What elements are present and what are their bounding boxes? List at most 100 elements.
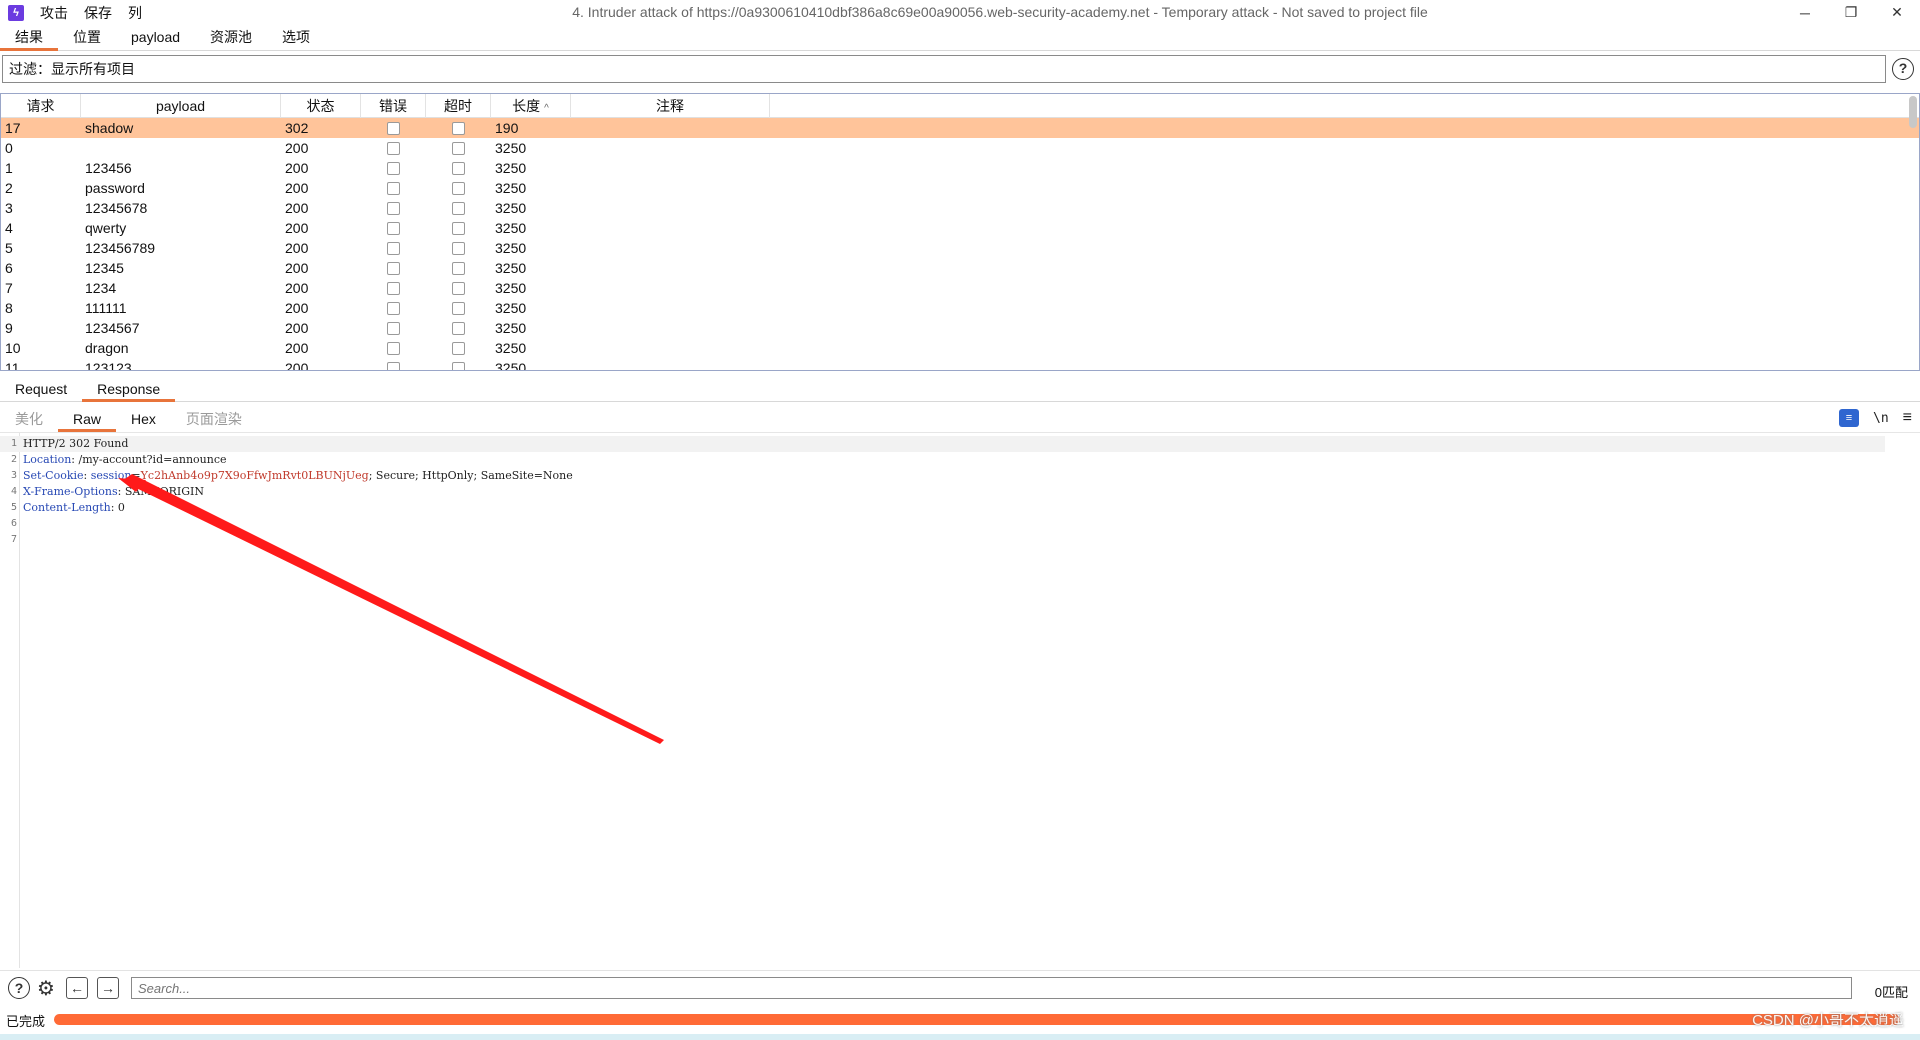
cell-timeout — [426, 338, 491, 358]
burp-logo-icon: ϟ — [8, 4, 24, 21]
tab-resource-pool[interactable]: 资源池 — [195, 26, 267, 50]
checkbox[interactable] — [387, 281, 400, 295]
table-scrollbar[interactable] — [1909, 96, 1917, 128]
column-header-request[interactable]: 请求 — [1, 94, 81, 118]
checkbox[interactable] — [452, 241, 465, 255]
search-input[interactable] — [131, 977, 1852, 999]
checkbox[interactable] — [387, 121, 400, 135]
view-tabs: 美化 Raw Hex 页面渲染 ≡ \n ≡ — [0, 407, 1920, 432]
checkbox[interactable] — [387, 181, 400, 195]
tab-hex[interactable]: Hex — [116, 409, 171, 431]
checkbox[interactable] — [452, 261, 465, 275]
tab-response[interactable]: Response — [82, 379, 176, 402]
help-icon[interactable]: ? — [1892, 58, 1914, 80]
line-number: 4 — [10, 486, 17, 497]
arrow-right-icon[interactable]: → — [97, 977, 119, 999]
word-wrap-icon[interactable]: ≡ — [1839, 409, 1859, 427]
column-header-comment[interactable]: 注释 — [571, 94, 770, 118]
cell-timeout — [426, 198, 491, 218]
checkbox[interactable] — [387, 141, 400, 155]
checkbox[interactable] — [452, 321, 465, 335]
checkbox[interactable] — [387, 161, 400, 175]
checkbox[interactable] — [387, 201, 400, 215]
column-header-status[interactable]: 状态 — [281, 94, 361, 118]
tab-request[interactable]: Request — [0, 379, 82, 401]
menu-attack[interactable]: 攻击 — [40, 3, 68, 23]
cell-length: 3250 — [495, 160, 527, 176]
filter-input[interactable]: 过滤：显示所有项目 — [2, 55, 1886, 83]
column-header-payload[interactable]: payload — [81, 94, 281, 118]
code-line: 1 HTTP/2 302 Found — [0, 436, 1885, 452]
close-icon[interactable]: ✕ — [1874, 0, 1920, 25]
table-row[interactable]: 10 dragon 200 3250 — [1, 338, 1919, 358]
table-row[interactable]: 5 123456789 200 3250 — [1, 238, 1919, 258]
gear-icon[interactable]: ⚙ — [35, 977, 57, 1000]
checkbox[interactable] — [452, 361, 465, 370]
checkbox[interactable] — [452, 221, 465, 235]
table-row[interactable]: 9 1234567 200 3250 — [1, 318, 1919, 338]
tab-options[interactable]: 选项 — [267, 26, 325, 50]
line-number: 1 — [10, 438, 17, 449]
newline-toggle-icon[interactable]: \n — [1873, 411, 1889, 426]
checkbox[interactable] — [452, 341, 465, 355]
checkbox[interactable] — [452, 301, 465, 315]
checkbox[interactable] — [452, 181, 465, 195]
request-response-tabs: Request Response — [0, 378, 1920, 402]
table-row[interactable]: 3 12345678 200 3250 — [1, 198, 1919, 218]
checkbox[interactable] — [387, 301, 400, 315]
response-editor[interactable]: 1 HTTP/2 302 Found 2 Location: /my-account?… — [0, 432, 1920, 968]
tab-pretty[interactable]: 美化 — [0, 409, 58, 431]
cell-timeout — [426, 238, 491, 258]
tab-results[interactable]: 结果 — [0, 26, 58, 51]
cell-request: 3 — [5, 200, 13, 216]
column-header-timeout[interactable]: 超时 — [426, 94, 491, 118]
table-row[interactable]: 2 password 200 3250 — [1, 178, 1919, 198]
table-row[interactable]: 17 shadow 302 190 — [1, 118, 1919, 138]
table-row[interactable]: 0 200 3250 — [1, 138, 1919, 158]
checkbox[interactable] — [387, 341, 400, 355]
minimize-icon[interactable]: ─ — [1782, 0, 1828, 25]
checkbox[interactable] — [387, 221, 400, 235]
table-row[interactable]: 7 1234 200 3250 — [1, 278, 1919, 298]
cell-request: 2 — [5, 180, 13, 196]
checkbox[interactable] — [452, 121, 465, 135]
menu-columns[interactable]: 列 — [128, 3, 142, 23]
column-header-length[interactable]: 长度 ^ — [491, 94, 571, 118]
cell-status: 200 — [285, 360, 309, 371]
table-row[interactable]: 6 12345 200 3250 — [1, 258, 1919, 278]
tab-positions[interactable]: 位置 — [58, 26, 116, 50]
help-icon[interactable]: ? — [8, 977, 30, 999]
menu-save[interactable]: 保存 — [84, 3, 112, 23]
table-row[interactable]: 8 111111 200 3250 — [1, 298, 1919, 318]
cell-payload: 12345678 — [85, 200, 148, 216]
hamburger-menu-icon[interactable]: ≡ — [1903, 409, 1912, 427]
tab-render[interactable]: 页面渲染 — [171, 409, 257, 431]
cell-payload: password — [85, 180, 145, 196]
checkbox[interactable] — [387, 241, 400, 255]
table-row[interactable]: 11 123123 200 3250 — [1, 358, 1919, 371]
cell-timeout — [426, 278, 491, 298]
cell-payload: 1234567 — [85, 320, 140, 336]
checkbox[interactable] — [387, 361, 400, 370]
tab-payloads[interactable]: payload — [116, 26, 195, 50]
checkbox[interactable] — [452, 281, 465, 295]
cell-timeout — [426, 318, 491, 338]
cell-status: 200 — [285, 180, 309, 196]
tab-raw[interactable]: Raw — [58, 409, 117, 432]
checkbox[interactable] — [452, 141, 465, 155]
column-header-error[interactable]: 错误 — [361, 94, 426, 118]
cell-error — [361, 158, 426, 178]
table-row[interactable]: 4 qwerty 200 3250 — [1, 218, 1919, 238]
checkbox[interactable] — [387, 261, 400, 275]
code-token: ; Secure; HttpOnly; SameSite=None — [368, 469, 573, 482]
checkbox[interactable] — [387, 321, 400, 335]
cell-timeout — [426, 298, 491, 318]
cell-request: 5 — [5, 240, 13, 256]
table-body: 17 shadow 302 190 0 200 3250 1 123456 200 3250 2 pas… — [1, 118, 1919, 371]
arrow-left-icon[interactable]: ← — [66, 977, 88, 999]
checkbox[interactable] — [452, 161, 465, 175]
table-row[interactable]: 1 123456 200 3250 — [1, 158, 1919, 178]
restore-icon[interactable]: ❐ — [1828, 0, 1874, 25]
cell-comment — [571, 338, 770, 358]
checkbox[interactable] — [452, 201, 465, 215]
